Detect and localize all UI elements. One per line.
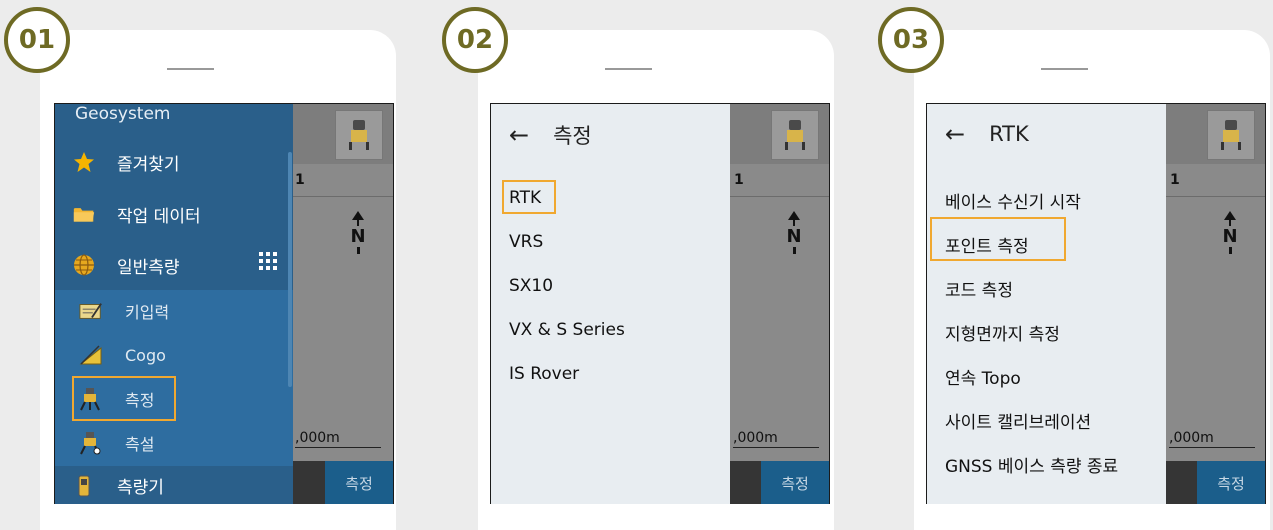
highlight-box (930, 217, 1066, 261)
step-badge: 01 (4, 7, 70, 73)
submenu-item-key-in[interactable]: 키입력 (55, 290, 293, 332)
drawer-item-favorites[interactable]: 즐겨찾기 (55, 137, 293, 187)
instrument-status-button[interactable] (771, 110, 819, 160)
submenu-item-label: 키입력 (125, 303, 170, 322)
menu-item-end-gnss-base-survey[interactable]: GNSS 베이스 측량 종료 (945, 452, 1118, 477)
step-badge: 03 (878, 7, 944, 73)
menu-item-start-base-receiver[interactable]: 베이스 수신기 시작 (945, 188, 1081, 213)
menu-title: 측정 (553, 124, 592, 148)
phone-speaker (1041, 68, 1088, 70)
map-number: 1 (734, 172, 744, 188)
drawer-item-label: 작업 데이터 (117, 206, 201, 227)
instrument-status-button[interactable] (1207, 110, 1255, 160)
menu-item-vx-s-series[interactable]: VX & S Series (509, 320, 625, 340)
phone-speaker (167, 68, 214, 70)
menu-item-sx10[interactable]: SX10 (509, 276, 553, 296)
menu-title: RTK (989, 122, 1029, 146)
north-arrow-icon: N (348, 211, 368, 254)
back-arrow-icon[interactable]: ← (509, 121, 529, 149)
instrument-icon (73, 475, 95, 497)
phone-screen: 1 N ,000m 측정 ← RTK 베이스 수신기 시작 포인트 측정 코드 … (926, 103, 1266, 504)
step-panel-1: 1 N ,000m 측정 Geosystem 즐겨찾기 작업 데이터 일반측량 … (0, 0, 420, 530)
drawer-scrollbar[interactable] (288, 152, 292, 387)
rtk-menu: ← RTK 베이스 수신기 시작 포인트 측정 코드 측정 지형면까지 측정 연… (927, 104, 1166, 504)
phone-screen: 1 N ,000m 측정 Geosystem 즐겨찾기 작업 데이터 일반측량 … (54, 103, 394, 504)
back-arrow-icon[interactable]: ← (945, 120, 965, 148)
globe-icon (73, 254, 95, 276)
phone-screen: 1 N ,000m 측정 ← 측정 RTK VRS SX10 VX & S Se… (490, 103, 830, 504)
menu-item-continuous-topo[interactable]: 연속 Topo (945, 364, 1021, 389)
drawer-item-general-survey[interactable]: 일반측량 (55, 240, 293, 290)
apps-grid-icon[interactable] (259, 252, 277, 270)
cogo-icon (79, 343, 103, 367)
north-arrow-icon: N (784, 211, 804, 254)
map-scale-label: ,000m (733, 430, 778, 446)
measure-button[interactable]: 측정 (1197, 461, 1265, 504)
submenu-item-stakeout[interactable]: 측설 (55, 422, 293, 464)
menu-header: ← 측정 (509, 120, 592, 150)
menu-header: ← RTK (945, 120, 1029, 148)
map-number: 1 (1170, 172, 1180, 188)
map-scale-bar (733, 447, 819, 448)
measure-button[interactable]: 측정 (761, 461, 829, 504)
map-number: 1 (295, 172, 305, 188)
menu-item-vrs[interactable]: VRS (509, 232, 543, 252)
star-icon (73, 151, 95, 173)
menu-item-measure-codes[interactable]: 코드 측정 (945, 276, 1013, 301)
map-scale-bar (295, 447, 381, 448)
step-panel-2: 1 N ,000m 측정 ← 측정 RTK VRS SX10 VX & S Se… (438, 0, 858, 530)
nav-drawer: Geosystem 즐겨찾기 작업 데이터 일반측량 키입력 Cogo 측정 측… (55, 104, 293, 504)
measure-menu: ← 측정 RTK VRS SX10 VX & S Series IS Rover (491, 104, 730, 504)
menu-item-site-calibration[interactable]: 사이트 캘리브레이션 (945, 408, 1091, 433)
submenu-item-cogo[interactable]: Cogo (55, 334, 293, 376)
app-brand: Geosystem (75, 104, 171, 124)
map-scale-bar (1169, 447, 1255, 448)
submenu-item-label: 측설 (125, 435, 155, 454)
step-panel-3: 1 N ,000m 측정 ← RTK 베이스 수신기 시작 포인트 측정 코드 … (874, 0, 1273, 530)
phone-speaker (605, 68, 652, 70)
drawer-item-label: 즐겨찾기 (117, 154, 180, 175)
drawer-item-label: 일반측량 (117, 257, 180, 278)
submenu-item-label: Cogo (125, 345, 166, 365)
step-badge: 02 (442, 7, 508, 73)
drawer-item-job-data[interactable]: 작업 데이터 (55, 189, 293, 239)
folder-icon (73, 203, 95, 225)
keyboard-entry-icon (79, 299, 103, 323)
stakeout-icon (79, 431, 103, 455)
map-scale-label: ,000m (295, 430, 340, 446)
menu-item-measure-to-surface[interactable]: 지형면까지 측정 (945, 320, 1060, 345)
map-scale-label: ,000m (1169, 430, 1214, 446)
menu-item-is-rover[interactable]: IS Rover (509, 364, 579, 384)
instrument-status-button[interactable] (335, 110, 383, 160)
drawer-item-instrument[interactable]: 측량기 (55, 466, 293, 504)
instrument-icon (785, 120, 805, 150)
highlight-box (72, 376, 176, 421)
highlight-box (502, 180, 556, 214)
drawer-item-label: 측량기 (117, 478, 164, 498)
measure-button[interactable]: 측정 (325, 461, 393, 504)
instrument-icon (349, 120, 369, 150)
north-arrow-icon: N (1220, 211, 1240, 254)
instrument-icon (1221, 120, 1241, 150)
